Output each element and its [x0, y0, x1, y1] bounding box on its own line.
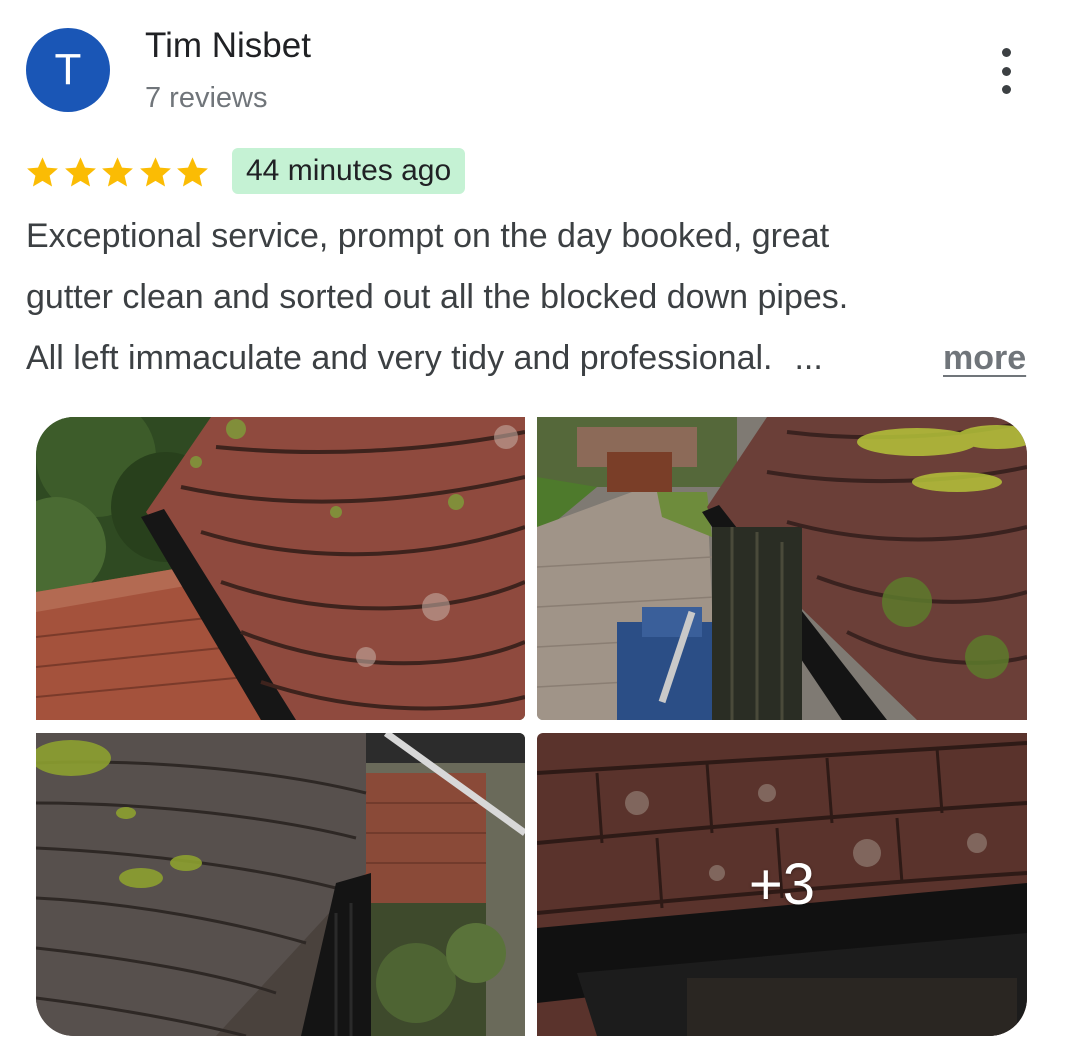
review-photo-1[interactable] [36, 417, 525, 720]
review-text-line: Exceptional service, prompt on the day b… [26, 217, 830, 255]
review-photo-4-more[interactable]: +3 [537, 733, 1027, 1036]
review-time-badge: 44 minutes ago [232, 148, 466, 194]
review-photo-3[interactable] [36, 733, 525, 1036]
more-link[interactable]: more [943, 328, 1026, 389]
star-icon [177, 156, 208, 187]
more-options-button[interactable] [986, 48, 1026, 94]
driveway-roof-photo [537, 417, 1027, 720]
review-photo-2[interactable] [537, 417, 1027, 720]
roof-gutter-photo [36, 417, 525, 720]
more-photos-count: +3 [748, 852, 816, 917]
star-icon [27, 156, 58, 187]
avatar-letter: T [54, 45, 82, 94]
reviewer-name[interactable]: Tim Nisbet [145, 26, 311, 66]
more-vert-icon [1001, 48, 1011, 57]
review-text-line-last: All left immaculate and very tidy and pr… [26, 328, 1046, 389]
star-icon [64, 156, 96, 187]
star-icon [139, 156, 171, 187]
reviewer-review-count: 7 reviews [145, 82, 268, 114]
reviewer-avatar[interactable]: T [26, 28, 110, 112]
truncation-ellipsis: ... [794, 339, 823, 377]
star-rating [24, 150, 212, 194]
more-vert-icon-dot [1001, 66, 1011, 76]
review-photos-grid: +3 [36, 417, 1027, 1036]
review-text-line: All left immaculate and very tidy and pr… [26, 339, 773, 377]
review-text-line: gutter clean and sorted out all the bloc… [26, 278, 849, 316]
roof-brick-building-photo [36, 733, 525, 1036]
more-vert-icon-dot [1001, 85, 1011, 94]
star-icon [102, 156, 133, 187]
review-text: Exceptional service, prompt on the day b… [26, 206, 1046, 389]
